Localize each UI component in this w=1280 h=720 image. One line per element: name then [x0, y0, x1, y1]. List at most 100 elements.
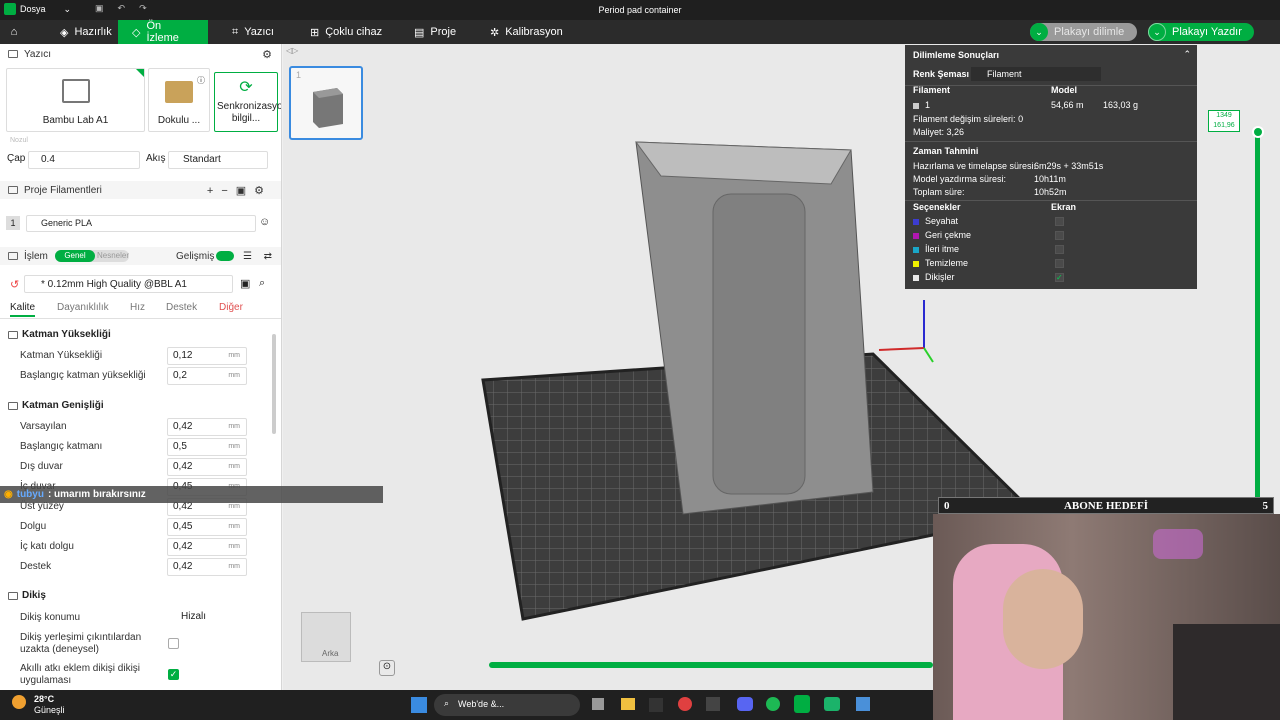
bambu-studio-icon[interactable]: [794, 695, 810, 713]
slice-plate-button[interactable]: ⌄ Plakayı dilimle: [1030, 23, 1137, 41]
line-width-input[interactable]: 0,5 mm: [167, 438, 247, 456]
print-plate-button[interactable]: ⌄ Plakayı Yazdır: [1148, 23, 1254, 41]
flow-select[interactable]: Standart: [168, 151, 268, 169]
tab-label: Ön İzleme: [146, 20, 179, 44]
plate-selector[interactable]: ⓘ Dokulu ...: [148, 68, 210, 132]
input-value: 0,42: [173, 541, 193, 552]
param-label: Varsayılan: [20, 421, 67, 432]
printers-shelf: [1173, 624, 1280, 720]
search-box[interactable]: ⌕ Web'de &...: [434, 694, 580, 716]
process-profile-select[interactable]: * 0.12mm High Quality @BBL A1: [24, 275, 233, 293]
toggle-objects[interactable]: Nesneler: [97, 250, 129, 262]
tab-strength[interactable]: Dayanıklılık: [57, 302, 109, 313]
line-width-group: Katman Genişliği: [8, 400, 104, 411]
toggle-general[interactable]: Genel: [55, 250, 95, 262]
move-slider[interactable]: [489, 662, 933, 668]
group-title: Dikiş: [22, 590, 46, 601]
line-width-input[interactable]: 0,45 mm: [167, 518, 247, 536]
task-view-icon[interactable]: [592, 698, 604, 710]
layer-slider-handle[interactable]: [1252, 126, 1264, 138]
search-icon: ⌕: [444, 698, 450, 708]
seam-gap-checkbox[interactable]: [168, 638, 179, 649]
smart-scarf-checkbox[interactable]: ✓: [168, 669, 179, 680]
home-button[interactable]: ⌂: [0, 20, 28, 44]
tab-project[interactable]: ▤ Proje: [400, 20, 470, 44]
printer-selector[interactable]: Bambu Lab A1: [6, 68, 145, 132]
weather-temp: 28°C: [34, 694, 55, 704]
group-title: Katman Genişliği: [22, 400, 104, 411]
tab-speed[interactable]: Hız: [130, 302, 145, 313]
gear-icon[interactable]: ⚙: [262, 48, 272, 61]
discord-icon[interactable]: [737, 697, 753, 711]
diameter-value: 0.4: [41, 154, 55, 165]
reset-icon[interactable]: ↺: [10, 278, 19, 291]
zoom-fit-icon[interactable]: ⊙: [379, 660, 395, 676]
info-icon[interactable]: ⓘ: [197, 75, 205, 86]
explorer-icon[interactable]: [621, 698, 635, 710]
windows-start-icon[interactable]: [411, 697, 427, 713]
title-bar: Dosya ⌄ ▣ ↶ ↷ Period pad container: [0, 0, 1280, 20]
option-checkbox[interactable]: ✓: [1055, 273, 1064, 282]
option-checkbox[interactable]: [1055, 217, 1064, 226]
goal-label: ABONE HEDEFİ: [1063, 500, 1149, 512]
tab-calibration[interactable]: ✲ Kalibrasyon: [476, 20, 577, 44]
app-icon[interactable]: [824, 697, 840, 711]
app-icon[interactable]: [706, 697, 720, 711]
compare-icon[interactable]: ⇄: [264, 251, 272, 262]
col-filament: Filament: [913, 85, 951, 95]
layer-height: 161,96: [1213, 122, 1235, 129]
tab-prepare[interactable]: ◈ Hazırlık: [46, 20, 126, 44]
flow-value: Standart: [183, 154, 221, 165]
tab-printer[interactable]: ⌗ Yazıcı: [218, 20, 288, 44]
layer-height-input[interactable]: 0,12 mm: [167, 347, 247, 365]
sync-button[interactable]: ⟳ Senkronizasyon bilgil...: [214, 72, 281, 132]
seam-group: Dikiş: [8, 590, 46, 601]
param-label: Dış duvar: [20, 461, 63, 472]
app-icon[interactable]: [856, 697, 870, 711]
initial-layer-height-input[interactable]: 0,2 mm: [167, 367, 247, 385]
line-width-input[interactable]: 0,42 mm: [167, 418, 247, 436]
spotify-icon[interactable]: [766, 697, 780, 711]
tab-quality[interactable]: Kalite: [10, 302, 36, 317]
prep-label: Hazırlama ve timelapse süresi:: [913, 161, 1037, 171]
option-checkbox[interactable]: [1055, 245, 1064, 254]
global-objects-toggle[interactable]: Genel Nesneler: [55, 250, 129, 262]
nozzle-diameter-select[interactable]: 0.4: [28, 151, 140, 169]
line-width-input[interactable]: 0,42 mm: [167, 458, 247, 476]
chrome-icon[interactable]: [678, 697, 692, 711]
chevron-down-icon[interactable]: ⌄: [1030, 23, 1048, 41]
tab-other[interactable]: Diğer: [219, 302, 243, 313]
search-icon[interactable]: ⌕: [259, 277, 265, 290]
option-checkbox[interactable]: [1055, 231, 1064, 240]
color-scheme-select[interactable]: Filament: [971, 67, 1101, 81]
taskbar: 28°C Güneşli ⌕ Web'de &...: [0, 690, 933, 720]
tab-support[interactable]: Destek: [166, 302, 197, 313]
chevron-down-icon[interactable]: ⌄: [1148, 23, 1166, 41]
view-cube-label: Arka: [322, 649, 339, 658]
filament-select[interactable]: Generic PLA: [26, 215, 256, 232]
tab-multi-device[interactable]: ⊞ Çoklu cihaz: [296, 20, 396, 44]
app-icon[interactable]: [649, 698, 663, 712]
chat-message: : umarım bırakırsınız: [47, 489, 146, 500]
option-checkbox[interactable]: [1055, 259, 1064, 268]
tab-preview[interactable]: ◇ Ön İzleme: [118, 20, 208, 44]
calibration-icon: ✲: [490, 26, 500, 39]
edit-filament-icon[interactable]: ☺: [259, 216, 270, 228]
filament-actions[interactable]: +−▣⚙: [207, 184, 272, 197]
filament-index: 1: [6, 216, 20, 230]
layer-number: 1349: [1216, 112, 1232, 119]
advanced-toggle[interactable]: [216, 251, 234, 261]
collapse-icon[interactable]: ⌃: [1183, 49, 1191, 60]
group-title: Katman Yüksekliği: [22, 329, 111, 340]
view-cube[interactable]: Arka: [301, 612, 351, 662]
layer-slider[interactable]: [1255, 130, 1260, 500]
seam-position-select[interactable]: Hizalı: [167, 609, 247, 627]
list-icon[interactable]: ☰: [243, 251, 252, 262]
line-width-input[interactable]: 0,42 mm: [167, 538, 247, 556]
group-icon: [8, 401, 18, 410]
diameter-label: Çap: [7, 153, 26, 164]
save-profile-icon[interactable]: ▣: [240, 277, 250, 290]
sidebar-scrollbar[interactable]: [272, 334, 276, 434]
option-label: İleri itme: [925, 244, 960, 254]
line-width-input[interactable]: 0,42 mm: [167, 558, 247, 576]
